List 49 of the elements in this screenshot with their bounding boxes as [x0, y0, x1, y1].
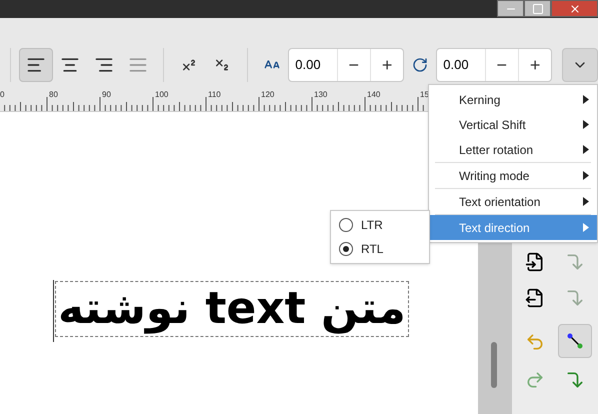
decrement-button[interactable]: − [336, 49, 370, 81]
spin-value: 0.00 [442, 56, 470, 74]
superscript-icon [180, 57, 197, 73]
maximize-icon [532, 2, 544, 14]
file-export-icon[interactable] [525, 288, 545, 308]
radio-label: LTR [361, 217, 383, 234]
align-button[interactable] [18, 48, 53, 82]
menu-item[interactable]: Vertical Shift [429, 112, 597, 137]
spin-field[interactable]: 0.00 − + [288, 48, 404, 82]
radio-option[interactable]: LTR [331, 213, 429, 237]
close-button[interactable] [551, 0, 598, 17]
scrollbar-thumb[interactable] [491, 342, 497, 388]
connector-button[interactable] [558, 324, 592, 358]
ruler-label: 0 [0, 89, 4, 101]
menu-item[interactable]: Letter rotation [429, 137, 597, 162]
radio-button[interactable] [339, 218, 353, 232]
ruler-label: 80 [49, 89, 58, 101]
submenu-arrow-icon [583, 95, 589, 104]
menu-item[interactable]: Writing mode [429, 163, 597, 188]
ruler-label: 90 [102, 89, 111, 101]
spin-value: 0.00 [294, 56, 322, 74]
subscript-icon [214, 57, 230, 73]
submenu-arrow-icon [583, 120, 589, 129]
submenu-arrow-icon [583, 197, 589, 206]
spin-field[interactable]: 0.00 − + [436, 48, 552, 82]
ruler-label: 140 [367, 89, 380, 101]
submenu-arrow-icon [583, 223, 589, 232]
ruler-label: 110 [208, 89, 221, 101]
rotation-icon [412, 57, 428, 73]
menu-item[interactable]: Kerning [429, 87, 597, 112]
increment-button[interactable]: + [370, 49, 404, 81]
submenu-arrow-icon [583, 171, 589, 180]
close-icon [568, 2, 580, 14]
radio-option[interactable]: RTL [331, 237, 429, 261]
radio-label: RTL [361, 241, 384, 258]
curve-arrow-icon[interactable] [565, 370, 585, 390]
file-import-icon[interactable] [525, 252, 545, 272]
ruler-label: 120 [261, 89, 274, 101]
maximize-button[interactable] [524, 0, 551, 17]
canvas-text: متن text نوشته [55, 281, 409, 337]
ruler-label: 130 [314, 89, 328, 101]
decrement-button[interactable]: − [484, 49, 518, 81]
menu-item[interactable]: Text orientation [429, 189, 597, 214]
connector-icon [566, 332, 584, 350]
submenu-arrow-icon [583, 145, 589, 154]
ruler-label: 100 [155, 89, 168, 101]
minimize-button[interactable] [497, 0, 524, 17]
increment-button[interactable]: + [518, 49, 552, 81]
radio-button[interactable] [339, 242, 353, 256]
